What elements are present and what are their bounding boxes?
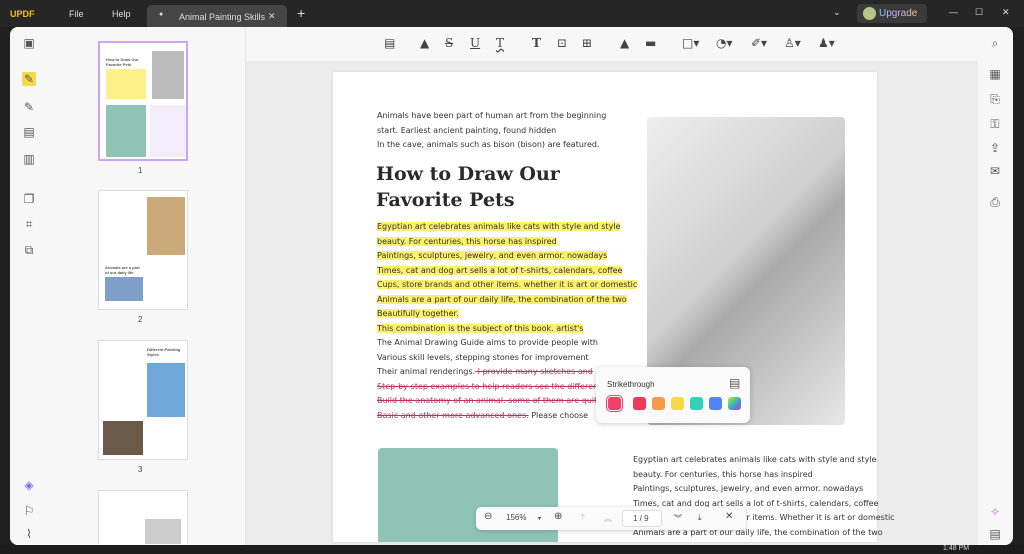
close-navigation-icon[interactable]: ✕ [725, 511, 733, 522]
thumbnail-title: How to Draw Our Favorite Pets [106, 57, 139, 67]
annotation-toolbar: ▤ ▲ S U T T ⊡ ⊞ ▲ ▬ □▾ ◔▾ ✐▾ ♙▾ ♟▾ [246, 27, 978, 61]
crop-icon[interactable]: ⌗ [22, 217, 36, 231]
email-icon[interactable]: ✉ [988, 164, 1002, 178]
right-toolbar: ⌕ ▦ ⎘ ⚿ ⇪ ✉ ⎙ ✧ ▤ [978, 27, 1013, 545]
thumbnail-page-number: 1 [138, 166, 143, 175]
search-icon[interactable]: ⌕ [988, 36, 1002, 50]
thumbnail-page-1[interactable]: How to Draw Our Favorite Pets [98, 41, 188, 161]
thumbnail-title: Animals are a part of our daily life [105, 265, 140, 275]
bookmark-icon[interactable]: ⚐ [22, 504, 36, 518]
document-tab[interactable]: ● Animal Painting Skills ✕ [147, 5, 287, 27]
protect-icon[interactable]: ⚿ [988, 117, 1002, 131]
color-swatch-orange[interactable] [652, 397, 665, 410]
share-icon[interactable]: ⇪ [988, 141, 1002, 155]
avatar [863, 7, 876, 20]
color-swatch-blue[interactable] [709, 397, 722, 410]
convert-icon[interactable]: ⎘ [988, 92, 1002, 106]
pdf-page: Animals have been part of human art from… [333, 72, 895, 542]
color-swatch-yellow[interactable] [671, 397, 684, 410]
app-window: ▣ ✎ ✎ ▤ ▥ ❐ ⌗ ⧉ ◈ ⚐ ⌇ How to Draw Our Fa… [10, 27, 1013, 545]
thumbnail-page-4[interactable] [98, 490, 188, 544]
page-heading: How to Draw Our Favorite Pets [376, 163, 560, 211]
organize-icon[interactable]: ❐ [22, 192, 36, 206]
tab-title: Animal Painting Skills [179, 12, 266, 22]
last-page-icon[interactable]: ⤓ [698, 513, 702, 523]
shape-tool-icon[interactable]: □▾ [682, 36, 699, 50]
highlight-tool-icon[interactable]: ▲ [420, 36, 429, 50]
taskbar-clock: 1:48 PM [943, 545, 970, 552]
eraser-tool-icon[interactable]: ▬ [645, 36, 656, 50]
strikethrough-tool-icon[interactable]: S [445, 36, 453, 50]
menu-help[interactable]: Help [112, 9, 131, 19]
textbox-tool-icon[interactable]: ⊡ [557, 36, 567, 50]
chevron-down-icon[interactable]: ⌄ [833, 7, 841, 18]
upgrade-button[interactable]: Upgrade [857, 4, 927, 23]
ai-assistant-icon[interactable]: ✧ [988, 505, 1002, 519]
save-icon[interactable]: ⎙ [988, 195, 1002, 209]
intro-paragraph: Animals have been part of human art from… [377, 111, 607, 149]
upgrade-label: Upgrade [879, 8, 918, 19]
maximize-icon[interactable]: ☐ [975, 7, 983, 18]
pin-tool-icon[interactable]: ✐▾ [751, 36, 767, 50]
color-swatch-red[interactable] [633, 397, 646, 410]
pencil-tool-icon[interactable]: ▲ [620, 36, 629, 50]
color-swatch-selected[interactable] [606, 395, 623, 412]
title-bar: UPDF File Help ● Animal Painting Skills … [0, 0, 1024, 27]
zoom-level[interactable]: 156% [506, 513, 526, 522]
comment-mode-icon[interactable]: ✎ [22, 72, 36, 86]
thumbnail-panel: How to Draw Our Favorite Pets 1 Animals … [46, 27, 246, 545]
thumbnail-page-2[interactable]: Animals are a part of our daily life [98, 190, 188, 310]
app-logo: UPDF [10, 9, 35, 19]
thumbnail-page-number: 2 [138, 315, 143, 324]
tab-dot-icon: ● [159, 11, 164, 18]
thumbnails-icon[interactable]: ▣ [22, 36, 36, 50]
document-area: ▤ ▲ S U T T ⊡ ⊞ ▲ ▬ □▾ ◔▾ ✐▾ ♙▾ ♟▾ Anima… [246, 27, 978, 545]
color-swatch-teal[interactable] [690, 397, 703, 410]
page-number-input[interactable]: 1 / 9 [622, 510, 662, 527]
close-window-icon[interactable]: ✕ [1002, 7, 1010, 18]
popup-label: Strikethrough [607, 380, 655, 389]
zoom-out-icon[interactable]: ⊖ [484, 511, 492, 522]
thumbnail-page-3[interactable]: Different Painting Styles [98, 340, 188, 460]
taskbar: 1:48 PM [0, 545, 1024, 554]
text-tool-icon[interactable]: T [532, 36, 541, 50]
page-navigation-bar: ⊖ 156% ▾ ⊕ ⤒ ︽ 1 / 9 ︾ ⤓ ✕ [476, 507, 746, 530]
menu-file[interactable]: File [69, 9, 84, 19]
attachment-icon[interactable]: ⌇ [22, 527, 36, 541]
underline-tool-icon[interactable]: U [470, 36, 480, 50]
first-page-icon[interactable]: ⤒ [581, 513, 585, 523]
callout-tool-icon[interactable]: ⊞ [582, 36, 592, 50]
layers-icon[interactable]: ◈ [22, 478, 36, 492]
lasso-tool-icon[interactable]: ◔▾ [716, 36, 733, 50]
thumbnail-title: Different Painting Styles [147, 347, 181, 357]
ocr-icon[interactable]: ▦ [988, 67, 1002, 81]
stamp-tool-icon[interactable]: ♙▾ [784, 36, 801, 50]
comment-tool-icon[interactable]: ▤ [384, 36, 395, 50]
add-note-icon[interactable]: ▤ [729, 376, 740, 390]
signature-tool-icon[interactable]: ♟▾ [818, 36, 835, 50]
close-tab-icon[interactable]: ✕ [268, 11, 276, 22]
comments-panel-icon[interactable]: ▤ [988, 527, 1002, 541]
previous-page-icon[interactable]: ︽ [604, 513, 612, 524]
new-tab-icon[interactable]: + [297, 5, 305, 21]
tools-icon[interactable]: ⧉ [22, 243, 36, 257]
zoom-in-icon[interactable]: ⊕ [554, 511, 562, 522]
color-picker-swatch[interactable] [728, 397, 741, 410]
minimize-icon[interactable]: — [949, 7, 958, 17]
thumbnail-page-number: 3 [138, 465, 143, 474]
left-toolbar: ▣ ✎ ✎ ▤ ▥ ❐ ⌗ ⧉ ◈ ⚐ ⌇ [10, 27, 46, 545]
zoom-dropdown-icon[interactable]: ▾ [538, 515, 541, 522]
strikethrough-popup: Strikethrough ▤ [596, 367, 750, 423]
next-page-icon[interactable]: ︾ [674, 513, 682, 524]
form-icon[interactable]: ▥ [22, 152, 36, 166]
squiggly-tool-icon[interactable]: T [496, 36, 504, 50]
edit-icon[interactable]: ✎ [22, 100, 36, 114]
read-icon[interactable]: ▤ [22, 125, 36, 139]
